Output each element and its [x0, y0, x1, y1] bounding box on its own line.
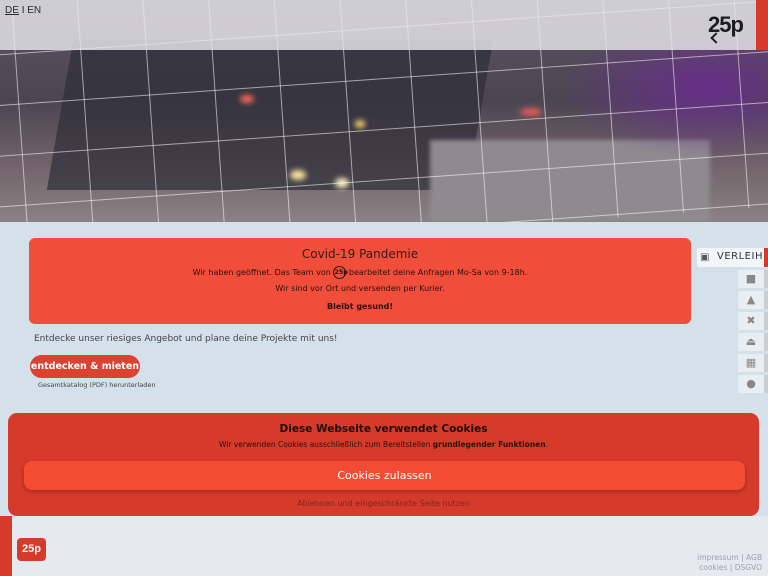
cookie-title: Diese Webseite verwendet Cookies: [279, 423, 488, 435]
graduation-cap-icon[interactable]: ▲: [738, 291, 768, 309]
intro-text: Entdecke unser riesiges Angebot und plan…: [34, 334, 338, 344]
camera-icon: ▣: [700, 252, 710, 263]
dsgvo-link[interactable]: DSGVO: [735, 563, 762, 572]
covid-notice: Covid-19 Pandemie Wir haben geöffnet. Da…: [29, 238, 691, 324]
sidebar-item-verleih[interactable]: ▣ VERLEIH: [697, 248, 768, 267]
impressum-link[interactable]: impressum: [697, 553, 739, 562]
footer-accent-strip: [0, 516, 12, 576]
footer-links: impressum | AGB cookies | DSGVO: [697, 553, 762, 572]
catalog-download-link[interactable]: Gesamtkatalog (PDF) herunterladen: [38, 381, 156, 389]
sidebar-item-label: VERLEIH: [717, 251, 763, 262]
lang-de-link[interactable]: DE: [5, 5, 19, 16]
film-icon[interactable]: ▦: [738, 354, 768, 372]
lang-separator: I: [21, 5, 25, 16]
accept-cookies-button[interactable]: Cookies zulassen: [24, 461, 745, 490]
accent-strip: [756, 0, 768, 50]
inline-logo-icon: 25p: [333, 266, 348, 279]
explore-rent-button[interactable]: entdecken & mieten: [30, 355, 140, 378]
cookies-link[interactable]: cookies: [699, 563, 727, 572]
covid-line-2: Wir sind vor Ort und versenden per Kurie…: [275, 284, 445, 293]
footer-logo[interactable]: 25p: [17, 538, 46, 561]
cookie-description: Wir verwenden Cookies ausschließlich zum…: [219, 440, 548, 449]
tools-icon[interactable]: ✖: [738, 312, 768, 330]
eject-icon[interactable]: ⏏: [738, 333, 768, 351]
agb-link[interactable]: AGB: [746, 553, 762, 562]
language-switcher: DE I EN: [5, 5, 41, 16]
covid-line-3: Bleibt gesund!: [326, 302, 394, 311]
top-bar: [0, 0, 768, 50]
footer: [0, 516, 768, 576]
lang-en-link[interactable]: EN: [27, 5, 41, 16]
group-icon[interactable]: ●: [738, 375, 768, 393]
covid-title: Covid-19 Pandemie: [301, 247, 419, 261]
site-logo[interactable]: 25p: [708, 12, 744, 44]
shopping-bag-icon[interactable]: ■: [738, 270, 768, 288]
decline-cookies-link[interactable]: Ablehnen und eingeschränkte Seite nutzen: [8, 499, 759, 508]
cookie-banner: Diese Webseite verwendet Cookies Wir ver…: [8, 413, 759, 516]
covid-line-1: Wir haben geöffnet. Das Team von 25p bea…: [192, 266, 528, 279]
